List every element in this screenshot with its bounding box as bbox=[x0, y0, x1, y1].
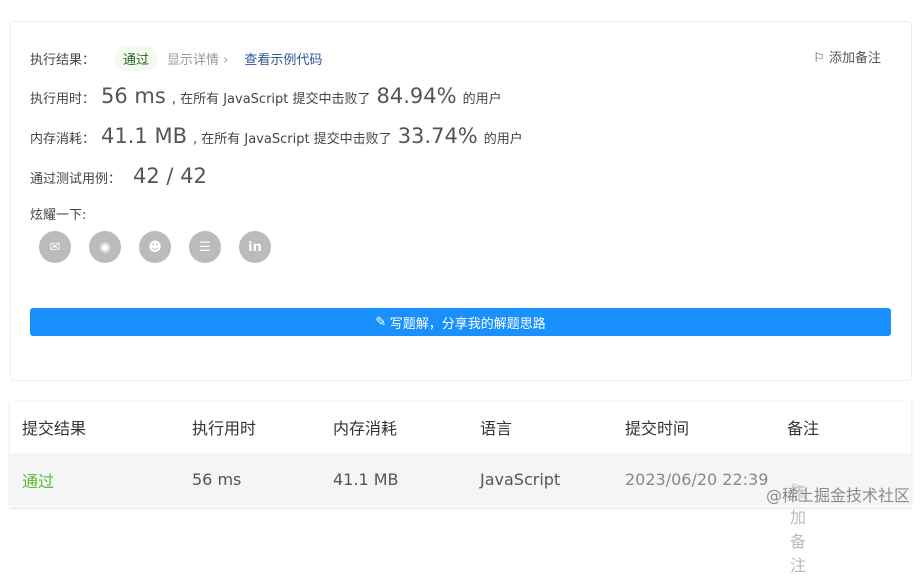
show-details-link[interactable]: 显示详情 › bbox=[167, 49, 228, 68]
write-solution-label: 写题解，分享我的解题思路 bbox=[389, 315, 546, 331]
write-solution-button[interactable]: ✎ 写题解，分享我的解题思路 bbox=[30, 308, 891, 336]
row-time: 2023/06/20 22:39 bbox=[625, 470, 769, 489]
header-runtime: 执行用时 bbox=[192, 419, 257, 438]
weibo-icon[interactable]: ◉ bbox=[89, 231, 121, 263]
header-status: 提交结果 bbox=[22, 419, 87, 438]
runtime-label: 执行用时： bbox=[30, 92, 96, 107]
douban-icon[interactable]: ☰ bbox=[189, 231, 221, 263]
runtime-percent: 84.94% bbox=[376, 84, 457, 108]
memory-label: 内存消耗： bbox=[30, 132, 96, 147]
memory-text: , 在所有 JavaScript 提交中击败了 bbox=[192, 132, 392, 147]
memory-row: 内存消耗： 41.1 MB , 在所有 JavaScript 提交中击败了 33… bbox=[30, 124, 523, 148]
header-memory: 内存消耗 bbox=[333, 419, 398, 438]
memory-percent: 33.74% bbox=[397, 124, 478, 148]
row-runtime: 56 ms bbox=[192, 470, 242, 489]
view-example-link[interactable]: 查看示例代码 bbox=[244, 49, 322, 68]
runtime-text: , 在所有 JavaScript 提交中击败了 bbox=[171, 92, 371, 107]
header-time: 提交时间 bbox=[625, 419, 690, 438]
tests-row: 通过测试用例： 42 / 42 bbox=[30, 164, 213, 188]
result-card: 执行结果： 通过 显示详情 › 查看示例代码 ⚐ 添加备注 执行用时： 56 m… bbox=[10, 21, 912, 381]
result-label: 执行结果： bbox=[30, 53, 96, 68]
flag-icon: ⚐ bbox=[813, 51, 829, 66]
watermark: @稀土掘金技术社区 bbox=[765, 486, 910, 505]
tests-label: 通过测试用例： bbox=[30, 172, 122, 187]
share-row: 炫耀一下: bbox=[30, 204, 86, 223]
memory-value: 41.1 MB bbox=[101, 124, 187, 148]
tests-value: 42 / 42 bbox=[133, 164, 207, 188]
linkedin-icon[interactable]: in bbox=[239, 231, 271, 263]
header-note: 备注 bbox=[787, 419, 820, 438]
share-label: 炫耀一下: bbox=[30, 208, 87, 223]
runtime-row: 执行用时： 56 ms , 在所有 JavaScript 提交中击败了 84.9… bbox=[30, 84, 502, 108]
memory-suffix: 的用户 bbox=[483, 132, 523, 147]
share-icons: ✉ ◉ ☻ ☰ in bbox=[39, 231, 271, 263]
row-memory: 41.1 MB bbox=[333, 470, 399, 489]
runtime-value: 56 ms bbox=[101, 84, 166, 108]
wechat-icon[interactable]: ✉ bbox=[39, 231, 71, 263]
table-header: 提交结果 执行用时 内存消耗 语言 提交时间 备注 bbox=[10, 401, 911, 453]
qq-icon[interactable]: ☻ bbox=[139, 231, 171, 263]
header-language: 语言 bbox=[480, 419, 513, 438]
result-row: 执行结果： 通过 显示详情 › 查看示例代码 bbox=[30, 46, 322, 71]
runtime-suffix: 的用户 bbox=[462, 92, 502, 107]
add-note-label: 添加备注 bbox=[828, 51, 881, 66]
pencil-icon: ✎ bbox=[375, 314, 390, 329]
row-status-link[interactable]: 通过 bbox=[22, 468, 54, 492]
add-note-button[interactable]: ⚐ 添加备注 bbox=[813, 47, 881, 66]
status-badge: 通过 bbox=[115, 46, 158, 71]
row-language: JavaScript bbox=[480, 470, 561, 489]
